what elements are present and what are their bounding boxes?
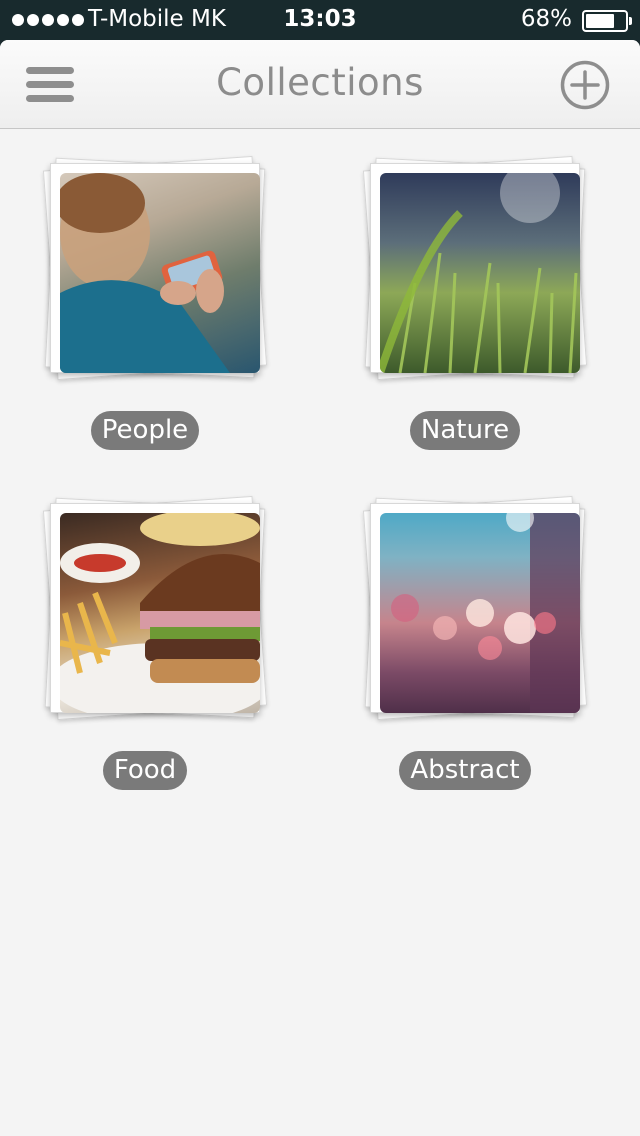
collection-label: Abstract: [399, 751, 531, 790]
plus-circle-icon[interactable]: [560, 60, 610, 110]
collection-tile-nature[interactable]: Nature: [340, 143, 590, 450]
collection-thumbnail: [380, 173, 580, 373]
collection-thumbnail: [380, 513, 580, 713]
collection-tile-people[interactable]: People: [20, 143, 270, 450]
app-screen: Collections People Nature Food Abstract: [0, 40, 640, 1136]
battery-percentage: 68%: [520, 6, 572, 32]
status-bar: T-Mobile MK 13:03 68%: [0, 0, 640, 40]
collection-label: Nature: [409, 411, 521, 450]
navigation-bar: Collections: [0, 40, 640, 129]
collection-tile-abstract[interactable]: Abstract: [340, 483, 590, 790]
page-title: Collections: [216, 61, 424, 104]
photo-stack: [20, 143, 270, 393]
photo-stack: [340, 483, 590, 733]
photo-stack: [340, 143, 590, 393]
collection-thumbnail: [60, 513, 260, 713]
photo-stack: [20, 483, 270, 733]
collection-label: People: [90, 411, 200, 450]
collection-label: Food: [102, 751, 188, 790]
collection-thumbnail: [60, 173, 260, 373]
battery-icon: [582, 10, 632, 32]
collection-tile-food[interactable]: Food: [20, 483, 270, 790]
